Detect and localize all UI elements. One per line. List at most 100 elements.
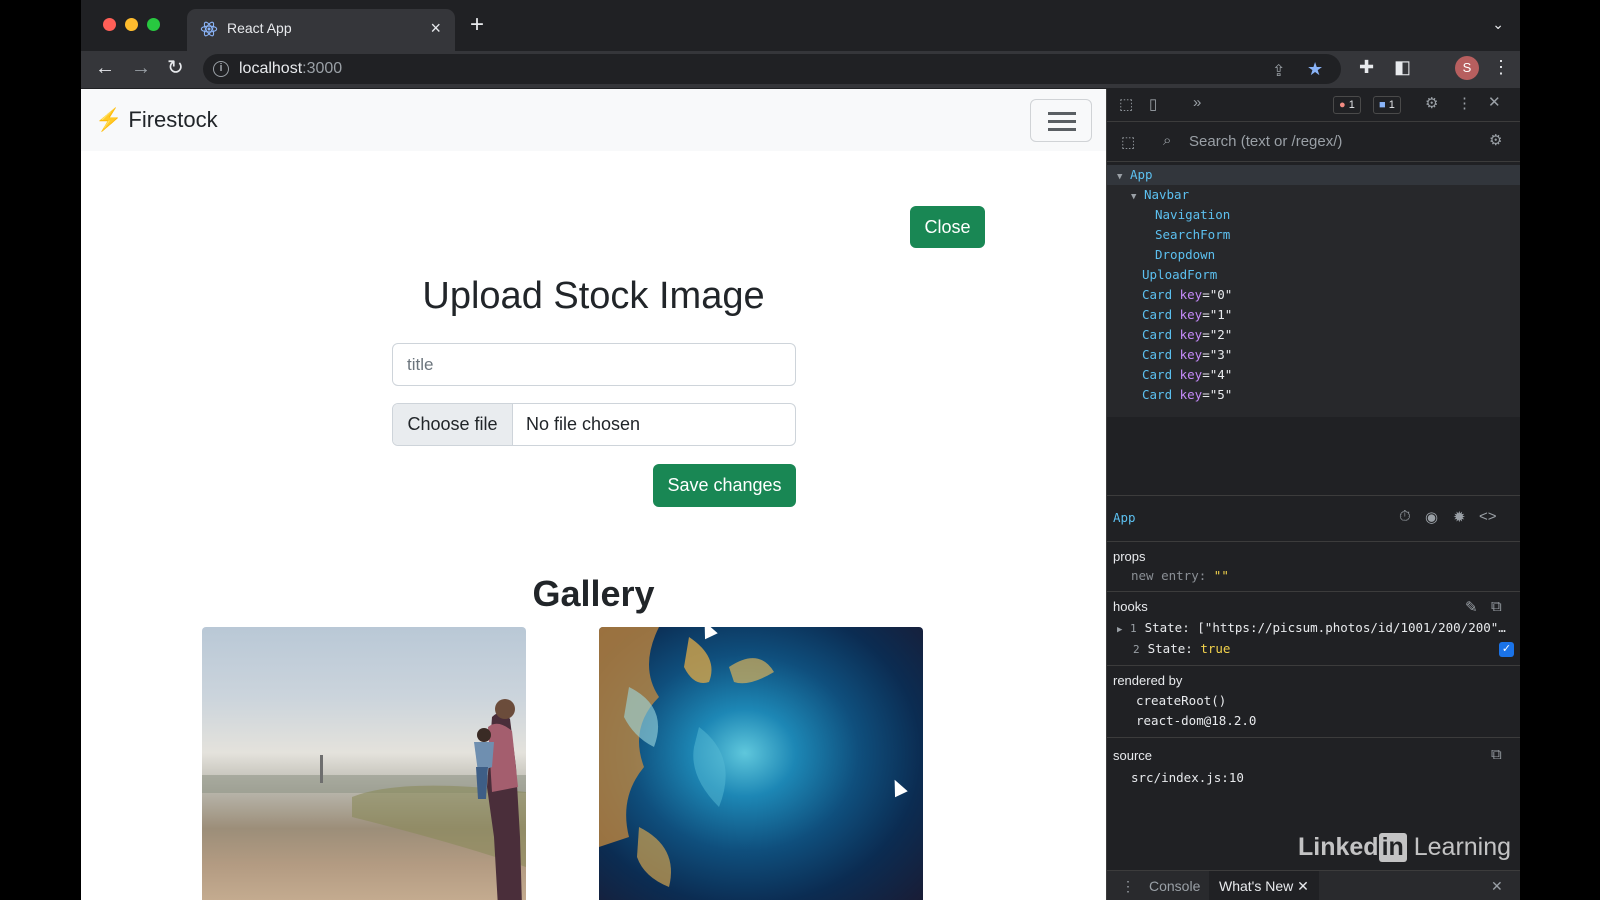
rendered-by-section: rendered by createRoot() react-dom@18.2.… (1107, 665, 1520, 737)
address-bar[interactable]: i localhost:3000 ⇪ ★ (203, 54, 1341, 84)
tree-node-uploadform[interactable]: UploadForm (1142, 267, 1217, 282)
drawer-close-icon[interactable]: ✕ (1491, 878, 1503, 895)
props-label: props (1113, 549, 1146, 564)
side-panel-icon[interactable]: ◧ (1394, 57, 1411, 78)
search-icon: ⌕ (1163, 132, 1172, 149)
profile-avatar[interactable]: S (1455, 56, 1479, 80)
tab-close-icon[interactable]: ✕ (1297, 878, 1309, 894)
back-icon[interactable]: ← (95, 58, 115, 78)
navbar-toggler-button[interactable] (1030, 99, 1092, 142)
react-devtools-panel: ⬚ ▯ » ● 1 ■ 1 ⚙ ⋮ ✕ ⬚ ⌕ Search (text or … (1106, 89, 1520, 900)
select-component-icon[interactable]: ⬚ (1121, 133, 1135, 151)
file-input[interactable]: Choose file No file chosen (392, 403, 796, 446)
hook-state-checkbox[interactable]: ✓ (1499, 642, 1514, 657)
copy-source-icon[interactable]: ⧉ (1491, 746, 1502, 763)
copy-icon[interactable]: ⧉ (1491, 598, 1502, 615)
inspect-element-icon[interactable]: ⬚ (1119, 95, 1133, 113)
ocean-photo-illustration (599, 627, 774, 887)
react-icon (200, 21, 218, 37)
devtools-settings-icon[interactable]: ⚙ (1425, 94, 1438, 112)
gallery-image-beach[interactable] (202, 627, 526, 900)
tree-node-card[interactable]: Card key="1" (1142, 307, 1232, 322)
hooks-label: hooks (1113, 599, 1148, 614)
tab-strip: React App × + ⌄ (81, 0, 1520, 51)
window-minimize-button[interactable] (125, 18, 138, 31)
tab-close-icon[interactable]: × (430, 18, 441, 39)
magic-wand-icon[interactable]: ✎ (1465, 598, 1478, 616)
component-search-input[interactable]: Search (text or /regex/) (1189, 133, 1342, 150)
devtools-menu-icon[interactable]: ⋮ (1457, 94, 1472, 112)
devtools-close-icon[interactable]: ✕ (1488, 93, 1501, 111)
forward-icon[interactable]: → (131, 58, 151, 78)
lightning-bolt-icon: ⚡ (95, 107, 123, 132)
renderer-entry: react-dom@18.2.0 (1136, 713, 1257, 728)
eye-icon[interactable]: ◉ (1425, 508, 1438, 526)
browser-tab[interactable]: React App × (187, 9, 455, 51)
save-changes-button[interactable]: Save changes (653, 464, 796, 507)
title-input[interactable] (392, 343, 796, 386)
hook-row[interactable]: 2 State: true (1133, 641, 1230, 656)
bug-icon[interactable]: ✹ (1453, 508, 1466, 526)
tree-node-card[interactable]: Card key="3" (1142, 347, 1232, 362)
tab-search-chevron-icon[interactable]: ⌄ (1492, 16, 1504, 33)
file-status-text: No file chosen (526, 414, 641, 434)
source-section: source ⧉ src/index.js:10 (1107, 737, 1520, 797)
inspected-component-name: App (1113, 510, 1136, 525)
hamburger-line (1048, 128, 1076, 131)
reload-icon[interactable]: ↻ (167, 58, 184, 78)
gallery-image-ocean[interactable] (599, 627, 923, 900)
hamburger-line (1048, 112, 1076, 115)
window-close-button[interactable] (103, 18, 116, 31)
source-label: source (1113, 748, 1153, 763)
view-source-icon[interactable]: <> (1479, 508, 1497, 525)
extensions-puzzle-icon[interactable]: ✚ (1359, 57, 1374, 78)
tree-node-card[interactable]: Card key="2" (1142, 327, 1232, 342)
brand-link[interactable]: ⚡ Firestock (95, 107, 218, 133)
beach-photo-illustration (202, 699, 526, 900)
tree-node-navbar[interactable]: ▼ Navbar (1131, 187, 1189, 202)
linkedin-learning-watermark: Linked in Learning (1298, 833, 1512, 862)
tree-node-searchform[interactable]: SearchForm (1155, 227, 1230, 242)
devtools-toolbar: ⬚ ▯ » ● 1 ■ 1 ⚙ ⋮ ✕ (1107, 89, 1520, 122)
window-maximize-button[interactable] (147, 18, 160, 31)
tree-node-card[interactable]: Card key="5" (1142, 387, 1232, 402)
tab-whats-new[interactable]: What's New ✕ (1209, 871, 1319, 900)
prop-row[interactable]: new entry: "" (1131, 568, 1229, 583)
drawer-tabbar: ⋮ Console What's New ✕ ✕ (1107, 870, 1520, 900)
hook-row[interactable]: ▶ 1 State: ["https://picsum.photos/id/100… (1117, 620, 1506, 635)
close-button[interactable]: Close (910, 206, 985, 248)
hooks-section: hooks ✎ ⧉ ▶ 1 State: ["https://picsum.pho… (1107, 591, 1520, 665)
component-settings-icon[interactable]: ⚙ (1489, 131, 1502, 149)
renderer-entry: createRoot() (1136, 693, 1227, 708)
device-toolbar-icon[interactable]: ▯ (1149, 95, 1157, 113)
inspected-header: App ⏱ ◉ ✹ <> (1107, 495, 1520, 541)
browser-toolbar: ← → ↻ i localhost:3000 ⇪ ★ ✚ ◧ S ⋮ (81, 51, 1520, 89)
component-tree: ▼ App ▼ Navbar Navigation SearchForm Dro… (1107, 165, 1520, 417)
hamburger-line (1048, 120, 1076, 123)
props-section: props new entry: "" (1107, 541, 1520, 591)
component-search-bar: ⬚ ⌕ Search (text or /regex/) ⚙ (1107, 122, 1520, 162)
tab-console[interactable]: Console (1149, 878, 1200, 894)
tree-node-navigation[interactable]: Navigation (1155, 207, 1230, 222)
new-tab-icon[interactable]: + (470, 13, 484, 37)
drawer-menu-icon[interactable]: ⋮ (1121, 878, 1135, 895)
source-location[interactable]: src/index.js:10 (1131, 770, 1244, 785)
rendered-by-label: rendered by (1113, 673, 1183, 688)
message-count-badge[interactable]: ■ 1 (1373, 96, 1401, 114)
tree-node-app[interactable]: ▼ App (1117, 167, 1153, 182)
tab-title: React App (227, 20, 292, 36)
gallery-heading: Gallery (532, 573, 655, 614)
site-info-icon[interactable]: i (213, 61, 229, 77)
bookmark-star-icon[interactable]: ★ (1307, 59, 1323, 80)
browser-menu-icon[interactable]: ⋮ (1492, 57, 1510, 78)
more-tabs-icon[interactable]: » (1193, 94, 1201, 111)
app-navbar: ⚡ Firestock (81, 89, 1106, 151)
error-count-badge[interactable]: ● 1 (1333, 96, 1361, 114)
timer-icon[interactable]: ⏱ (1399, 508, 1411, 525)
tree-node-card[interactable]: Card key="0" (1142, 287, 1232, 302)
choose-file-button[interactable]: Choose file (393, 404, 513, 445)
tree-node-card[interactable]: Card key="4" (1142, 367, 1232, 382)
share-icon[interactable]: ⇪ (1272, 61, 1285, 81)
tree-node-dropdown[interactable]: Dropdown (1155, 247, 1215, 262)
url-text: localhost:3000 (239, 60, 343, 77)
